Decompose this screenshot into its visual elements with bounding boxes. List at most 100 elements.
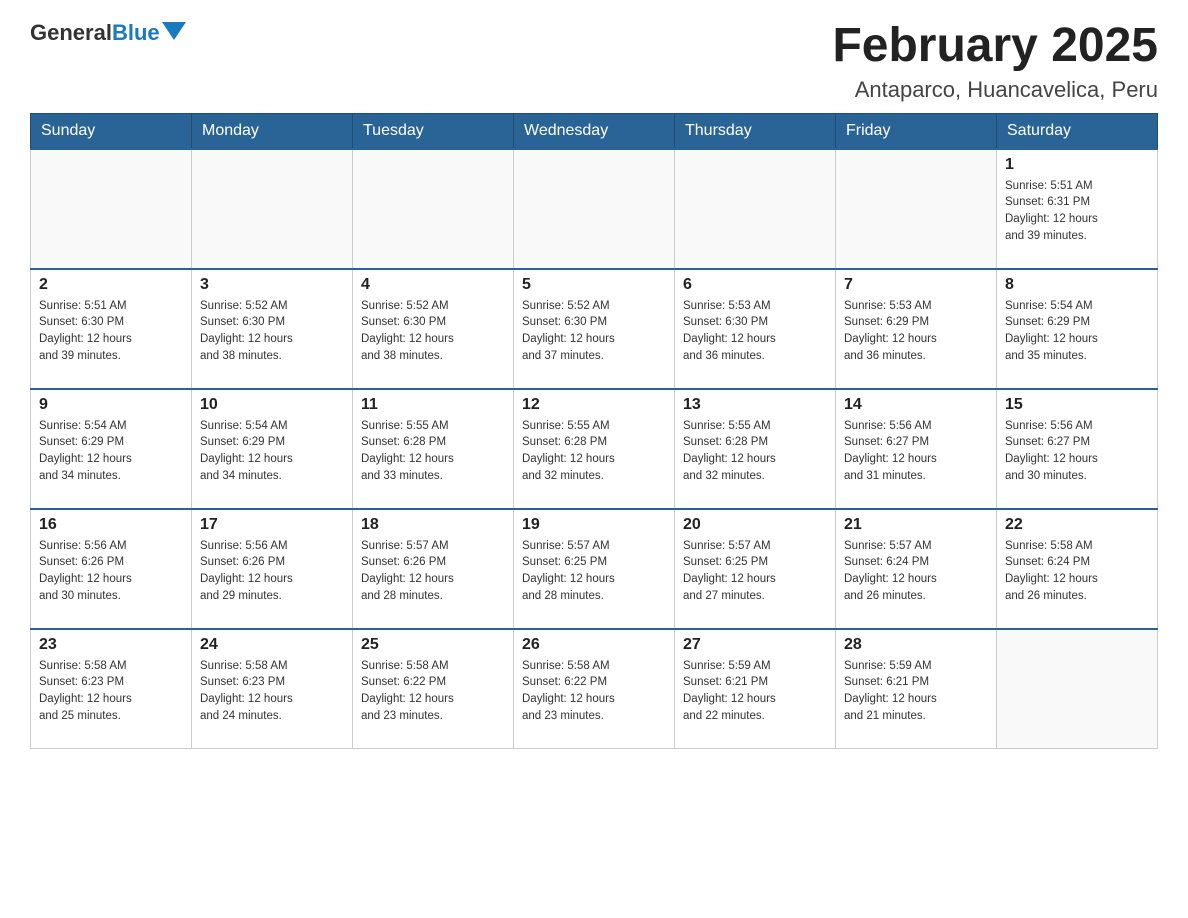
day-info: Sunrise: 5:53 AM Sunset: 6:30 PM Dayligh… xyxy=(683,298,827,365)
logo-icon xyxy=(162,22,186,40)
day-number: 27 xyxy=(683,636,827,654)
header-wednesday: Wednesday xyxy=(514,113,675,149)
calendar-week-row: 1 Sunrise: 5:51 AM Sunset: 6:31 PM Daylig… xyxy=(31,149,1158,269)
calendar-cell: 12 Sunrise: 5:55 AM Sunset: 6:28 PM Dayli… xyxy=(514,389,675,509)
day-number: 4 xyxy=(361,276,505,294)
day-info: Sunrise: 5:57 AM Sunset: 6:26 PM Dayligh… xyxy=(361,538,505,605)
calendar-cell: 24 Sunrise: 5:58 AM Sunset: 6:23 PM Dayli… xyxy=(192,629,353,749)
calendar-cell xyxy=(353,149,514,269)
day-number: 18 xyxy=(361,516,505,534)
calendar-cell: 4 Sunrise: 5:52 AM Sunset: 6:30 PM Daylig… xyxy=(353,269,514,389)
day-info: Sunrise: 5:56 AM Sunset: 6:26 PM Dayligh… xyxy=(200,538,344,605)
day-number: 3 xyxy=(200,276,344,294)
day-number: 10 xyxy=(200,396,344,414)
calendar-cell: 27 Sunrise: 5:59 AM Sunset: 6:21 PM Dayli… xyxy=(675,629,836,749)
day-info: Sunrise: 5:52 AM Sunset: 6:30 PM Dayligh… xyxy=(200,298,344,365)
day-info: Sunrise: 5:58 AM Sunset: 6:22 PM Dayligh… xyxy=(522,658,666,725)
header-monday: Monday xyxy=(192,113,353,149)
day-info: Sunrise: 5:51 AM Sunset: 6:31 PM Dayligh… xyxy=(1005,178,1149,245)
day-info: Sunrise: 5:58 AM Sunset: 6:24 PM Dayligh… xyxy=(1005,538,1149,605)
day-number: 5 xyxy=(522,276,666,294)
day-info: Sunrise: 5:59 AM Sunset: 6:21 PM Dayligh… xyxy=(844,658,988,725)
day-info: Sunrise: 5:56 AM Sunset: 6:27 PM Dayligh… xyxy=(1005,418,1149,485)
month-year-title: February 2025 xyxy=(832,20,1158,73)
calendar-cell: 11Sunrise: 5:55 AM Sunset: 6:28 PM Dayli… xyxy=(353,389,514,509)
calendar-cell: 7 Sunrise: 5:53 AM Sunset: 6:29 PM Daylig… xyxy=(836,269,997,389)
calendar-cell: 6Sunrise: 5:53 AM Sunset: 6:30 PM Daylig… xyxy=(675,269,836,389)
calendar-cell: 2Sunrise: 5:51 AM Sunset: 6:30 PM Daylig… xyxy=(31,269,192,389)
calendar-cell xyxy=(836,149,997,269)
logo-text: GeneralBlue xyxy=(30,20,160,46)
title-block: February 2025 Antaparco, Huancavelica, P… xyxy=(832,20,1158,103)
day-number: 9 xyxy=(39,396,183,414)
day-info: Sunrise: 5:57 AM Sunset: 6:25 PM Dayligh… xyxy=(683,538,827,605)
logo: GeneralBlue xyxy=(30,20,186,46)
day-number: 20 xyxy=(683,516,827,534)
day-info: Sunrise: 5:55 AM Sunset: 6:28 PM Dayligh… xyxy=(683,418,827,485)
day-number: 28 xyxy=(844,636,988,654)
calendar-cell: 8 Sunrise: 5:54 AM Sunset: 6:29 PM Daylig… xyxy=(997,269,1158,389)
day-info: Sunrise: 5:55 AM Sunset: 6:28 PM Dayligh… xyxy=(522,418,666,485)
calendar-cell: 20 Sunrise: 5:57 AM Sunset: 6:25 PM Dayli… xyxy=(675,509,836,629)
location-subtitle: Antaparco, Huancavelica, Peru xyxy=(832,77,1158,103)
calendar-cell: 18 Sunrise: 5:57 AM Sunset: 6:26 PM Dayli… xyxy=(353,509,514,629)
calendar-cell: 15 Sunrise: 5:56 AM Sunset: 6:27 PM Dayli… xyxy=(997,389,1158,509)
day-number: 13 xyxy=(683,396,827,414)
day-number: 1 xyxy=(1005,156,1149,174)
calendar-cell: 3 Sunrise: 5:52 AM Sunset: 6:30 PM Daylig… xyxy=(192,269,353,389)
calendar-cell: 25 Sunrise: 5:58 AM Sunset: 6:22 PM Dayli… xyxy=(353,629,514,749)
header-thursday: Thursday xyxy=(675,113,836,149)
page-header: GeneralBlue February 2025 Antaparco, Hua… xyxy=(30,20,1158,103)
calendar-week-row: 2Sunrise: 5:51 AM Sunset: 6:30 PM Daylig… xyxy=(31,269,1158,389)
header-friday: Friday xyxy=(836,113,997,149)
day-number: 8 xyxy=(1005,276,1149,294)
calendar-cell: 10Sunrise: 5:54 AM Sunset: 6:29 PM Dayli… xyxy=(192,389,353,509)
day-info: Sunrise: 5:56 AM Sunset: 6:26 PM Dayligh… xyxy=(39,538,183,605)
calendar-cell xyxy=(31,149,192,269)
day-number: 22 xyxy=(1005,516,1149,534)
day-info: Sunrise: 5:57 AM Sunset: 6:24 PM Dayligh… xyxy=(844,538,988,605)
calendar-cell: 9 Sunrise: 5:54 AM Sunset: 6:29 PM Daylig… xyxy=(31,389,192,509)
calendar-cell: 5 Sunrise: 5:52 AM Sunset: 6:30 PM Daylig… xyxy=(514,269,675,389)
day-info: Sunrise: 5:51 AM Sunset: 6:30 PM Dayligh… xyxy=(39,298,183,365)
calendar-week-row: 16 Sunrise: 5:56 AM Sunset: 6:26 PM Dayli… xyxy=(31,509,1158,629)
calendar-week-row: 9 Sunrise: 5:54 AM Sunset: 6:29 PM Daylig… xyxy=(31,389,1158,509)
day-info: Sunrise: 5:55 AM Sunset: 6:28 PM Dayligh… xyxy=(361,418,505,485)
day-info: Sunrise: 5:52 AM Sunset: 6:30 PM Dayligh… xyxy=(361,298,505,365)
calendar-cell: 17 Sunrise: 5:56 AM Sunset: 6:26 PM Dayli… xyxy=(192,509,353,629)
header-saturday: Saturday xyxy=(997,113,1158,149)
calendar-cell: 26 Sunrise: 5:58 AM Sunset: 6:22 PM Dayli… xyxy=(514,629,675,749)
calendar-cell: 16 Sunrise: 5:56 AM Sunset: 6:26 PM Dayli… xyxy=(31,509,192,629)
day-info: Sunrise: 5:58 AM Sunset: 6:22 PM Dayligh… xyxy=(361,658,505,725)
calendar-cell: 21Sunrise: 5:57 AM Sunset: 6:24 PM Dayli… xyxy=(836,509,997,629)
day-number: 12 xyxy=(522,396,666,414)
day-number: 15 xyxy=(1005,396,1149,414)
calendar-week-row: 23 Sunrise: 5:58 AM Sunset: 6:23 PM Dayli… xyxy=(31,629,1158,749)
calendar-cell: 23Sunrise: 5:58 AM Sunset: 6:23 PM Dayli… xyxy=(31,629,192,749)
day-number: 7 xyxy=(844,276,988,294)
calendar-header-row: SundayMondayTuesdayWednesdayThursdayFrid… xyxy=(31,113,1158,149)
calendar-cell: 22 Sunrise: 5:58 AM Sunset: 6:24 PM Dayli… xyxy=(997,509,1158,629)
day-info: Sunrise: 5:53 AM Sunset: 6:29 PM Dayligh… xyxy=(844,298,988,365)
day-number: 14 xyxy=(844,396,988,414)
day-number: 17 xyxy=(200,516,344,534)
day-number: 19 xyxy=(522,516,666,534)
day-number: 25 xyxy=(361,636,505,654)
day-info: Sunrise: 5:52 AM Sunset: 6:30 PM Dayligh… xyxy=(522,298,666,365)
calendar-cell: 13 Sunrise: 5:55 AM Sunset: 6:28 PM Dayli… xyxy=(675,389,836,509)
calendar-cell: 19 Sunrise: 5:57 AM Sunset: 6:25 PM Dayli… xyxy=(514,509,675,629)
day-number: 23 xyxy=(39,636,183,654)
calendar-cell xyxy=(675,149,836,269)
day-info: Sunrise: 5:59 AM Sunset: 6:21 PM Dayligh… xyxy=(683,658,827,725)
day-number: 16 xyxy=(39,516,183,534)
calendar-cell: 1 Sunrise: 5:51 AM Sunset: 6:31 PM Daylig… xyxy=(997,149,1158,269)
day-info: Sunrise: 5:57 AM Sunset: 6:25 PM Dayligh… xyxy=(522,538,666,605)
day-info: Sunrise: 5:58 AM Sunset: 6:23 PM Dayligh… xyxy=(200,658,344,725)
calendar-cell: 14 Sunrise: 5:56 AM Sunset: 6:27 PM Dayli… xyxy=(836,389,997,509)
day-number: 26 xyxy=(522,636,666,654)
calendar-cell: 28 Sunrise: 5:59 AM Sunset: 6:21 PM Dayli… xyxy=(836,629,997,749)
day-info: Sunrise: 5:56 AM Sunset: 6:27 PM Dayligh… xyxy=(844,418,988,485)
day-info: Sunrise: 5:54 AM Sunset: 6:29 PM Dayligh… xyxy=(1005,298,1149,365)
day-info: Sunrise: 5:54 AM Sunset: 6:29 PM Dayligh… xyxy=(39,418,183,485)
day-number: 24 xyxy=(200,636,344,654)
